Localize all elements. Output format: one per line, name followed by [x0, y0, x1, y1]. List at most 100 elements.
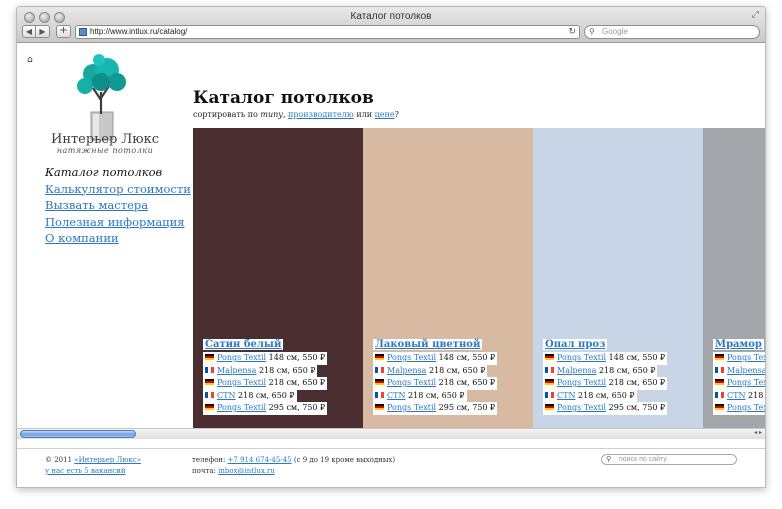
fullscreen-icon[interactable]: ⤢	[752, 10, 759, 20]
vacancies-link[interactable]: у нас есть 5 вакансий	[45, 467, 126, 475]
price-spec: 218 см, 650 ₽	[426, 365, 486, 375]
price-row: Pongs Textil 218 см, 650 ₽	[713, 377, 765, 390]
reload-icon[interactable]: ↻	[568, 26, 576, 38]
price-row: Pongs Textil 218 см, 650 ₽	[373, 377, 498, 390]
price-row: CTN 218 см, 650 ₽	[203, 389, 297, 402]
price-row: Pongs Textil 295 см, 750 ₽	[203, 402, 328, 415]
manufacturer-link[interactable]: Malpensa	[727, 366, 765, 375]
price-spec: 218 см, 650 ₽	[596, 365, 656, 375]
tile-info: Опал проз Pongs Textil 148 см, 550 ₽ Malp…	[543, 332, 668, 415]
search-icon: ⚲	[589, 27, 595, 36]
tile-name-link[interactable]: Мрамор	[713, 339, 764, 350]
title-bar: Каталог потолков ⤢ ◀ ▶ + http://www.intl…	[17, 7, 765, 43]
mail-link[interactable]: inbox@intlux.ru	[218, 467, 275, 475]
home-icon[interactable]: ⌂	[27, 55, 33, 65]
flag-france-icon	[375, 366, 384, 373]
price-spec: 218 см, 650 ₽	[235, 390, 295, 400]
manufacturer-link[interactable]: Pongs Textil	[557, 403, 606, 412]
browser-window: Каталог потолков ⤢ ◀ ▶ + http://www.intl…	[16, 6, 766, 488]
flag-germany-icon	[715, 379, 724, 385]
manufacturer-link[interactable]: CTN	[557, 391, 575, 400]
scrollbar-thumb[interactable]	[20, 430, 136, 438]
price-spec: 148 см, 550 ₽	[436, 353, 496, 362]
manufacturer-link[interactable]: Malpensa	[217, 366, 256, 375]
flag-germany-icon	[375, 379, 384, 385]
flag-germany-icon	[375, 354, 384, 360]
tile-name-link[interactable]: Лаковый цветной	[373, 339, 483, 350]
manufacturer-link[interactable]: Malpensa	[387, 366, 426, 375]
manufacturer-link[interactable]: Pongs Textil	[727, 353, 765, 362]
sort-prefix: сортировать по	[193, 110, 258, 119]
nav-item-call-master[interactable]: Вызвать мастера	[45, 197, 191, 214]
site-nav: Каталог потолков Калькулятор стоимости В…	[45, 164, 191, 247]
manufacturer-link[interactable]: Pongs Textil	[557, 353, 606, 362]
brand-name: Интерьер Люкс	[50, 132, 159, 147]
scroll-arrows-icon[interactable]: ◂ ▸	[754, 429, 762, 436]
catalog-tile[interactable]: Мрамор Pongs Textil 148 см, 550 ₽Malpens…	[703, 128, 765, 434]
manufacturer-link[interactable]: Malpensa	[557, 366, 596, 375]
window-title: Каталог потолков	[350, 11, 432, 22]
copyright: © 2011 «Интерьер Люкс»	[45, 455, 141, 466]
add-bookmark-button[interactable]: +	[56, 25, 71, 38]
manufacturer-link[interactable]: Pongs Textil	[557, 378, 606, 387]
manufacturer-link[interactable]: Pongs Textil	[217, 378, 266, 387]
catalog-tile[interactable]: Опал проз Pongs Textil 148 см, 550 ₽ Malp…	[533, 128, 703, 434]
flag-germany-icon	[715, 404, 724, 410]
manufacturer-link[interactable]: CTN	[217, 391, 235, 400]
manufacturer-link[interactable]: Pongs Textil	[387, 353, 436, 362]
site-search-placeholder: поиск по сайту	[619, 456, 667, 463]
manufacturer-link[interactable]: Pongs Textil	[727, 378, 765, 387]
flag-france-icon	[205, 366, 214, 373]
price-row: Pongs Textil 218 см, 650 ₽	[543, 377, 668, 390]
tile-name-link[interactable]: Сатин белый	[203, 339, 284, 350]
sort-by-manufacturer-link[interactable]: производителю	[288, 110, 354, 119]
price-spec: 148 см, 550 ₽	[266, 353, 326, 362]
back-button[interactable]: ◀	[22, 25, 36, 38]
url-text: http://www.intlux.ru/catalog/	[90, 27, 188, 36]
nav-item-calculator[interactable]: Калькулятор стоимости	[45, 181, 191, 198]
price-spec: 148 см, 550 ₽	[606, 353, 666, 362]
address-bar[interactable]: http://www.intlux.ru/catalog/ ↻	[75, 25, 580, 39]
manufacturer-link[interactable]: Pongs Textil	[217, 403, 266, 412]
sort-by-price-link[interactable]: цене	[375, 110, 395, 119]
price-spec: 218 см, 650 ₽	[606, 378, 666, 387]
manufacturer-link[interactable]: Pongs Textil	[387, 403, 436, 412]
sort-by-type: типу	[260, 110, 283, 119]
price-spec: 218 см, 650 ₽	[436, 378, 496, 387]
mail-line: почта: inbox@intlux.ru	[192, 466, 395, 477]
catalog-strip: Сатин белый Pongs Textil 148 см, 550 ₽ Ma…	[193, 128, 765, 434]
flag-germany-icon	[545, 404, 554, 410]
flag-france-icon	[375, 391, 384, 398]
manufacturer-link[interactable]: Pongs Textil	[387, 378, 436, 387]
logo-tree-icon[interactable]	[71, 52, 131, 142]
flag-germany-icon	[205, 354, 214, 360]
site-search-input[interactable]: ⚲ поиск по сайту	[601, 454, 737, 465]
tile-info: Мрамор Pongs Textil 148 см, 550 ₽Malpens…	[713, 332, 765, 415]
page-viewport: ⌂ Интерьер Люкс натяжные потолки Каталог…	[17, 44, 765, 487]
phone-label: телефон:	[192, 456, 226, 464]
manufacturer-link[interactable]: Pongs Textil	[217, 353, 266, 362]
price-row: CTN 218 см, 650 ₽	[373, 389, 467, 402]
price-row: Pongs Textil 148 см, 550 ₽	[373, 352, 498, 365]
catalog-tile[interactable]: Лаковый цветной Pongs Textil 148 см, 550…	[363, 128, 533, 434]
manufacturer-link[interactable]: CTN	[387, 391, 405, 400]
catalog-tile[interactable]: Сатин белый Pongs Textil 148 см, 550 ₽ Ma…	[193, 128, 363, 434]
sort-question: ?	[394, 110, 399, 119]
copyright-link[interactable]: «Интерьер Люкс»	[74, 456, 141, 464]
nav-item-useful-info[interactable]: Полезная информация	[45, 214, 191, 231]
phone-note: (с 9 до 19 кроме выходных)	[293, 456, 396, 464]
browser-search-field[interactable]: ⚲ Google	[584, 25, 760, 39]
sort-or: или	[356, 110, 373, 119]
search-icon: ⚲	[606, 455, 612, 463]
horizontal-scrollbar[interactable]: ◂ ▸	[17, 428, 765, 439]
manufacturer-link[interactable]: Pongs Textil	[727, 403, 765, 412]
brand-tagline: натяжные потолки	[56, 146, 154, 155]
price-spec: 218 см, 650 ₽	[266, 378, 326, 387]
manufacturer-link[interactable]: CTN	[727, 391, 745, 400]
price-row: Malpensa 218 см, 650 ₽	[373, 364, 488, 377]
phone-link[interactable]: +7 914 674-45-45	[228, 456, 292, 464]
forward-button[interactable]: ▶	[36, 25, 50, 38]
tile-name-link[interactable]: Опал проз	[543, 339, 608, 350]
nav-item-about[interactable]: О компании	[45, 230, 191, 247]
nav-item-catalog: Каталог потолков	[45, 165, 163, 179]
